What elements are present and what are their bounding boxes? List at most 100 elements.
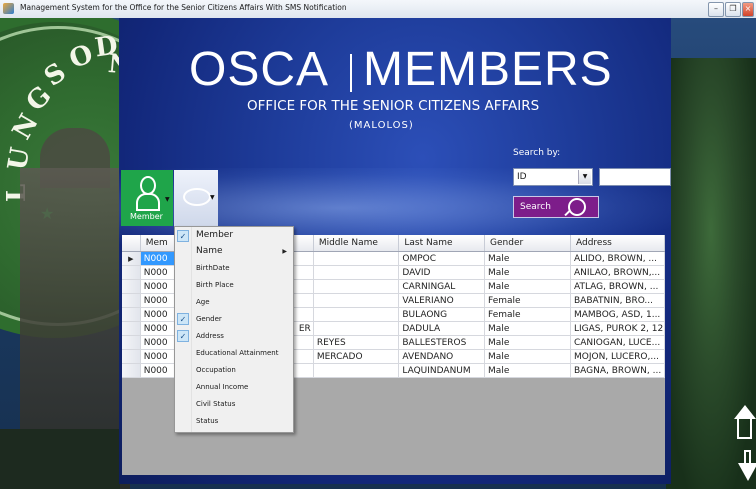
window-titlebar: Management System for the Office for the…	[0, 0, 756, 19]
menu-item-birthdate[interactable]: BirthDate	[175, 261, 293, 277]
menu-item-gender[interactable]: ✓ Gender	[175, 312, 293, 328]
last-name-cell[interactable]: CARNINGAL	[398, 279, 486, 294]
row-selector[interactable]	[122, 265, 141, 280]
menu-item-address[interactable]: ✓ Address	[175, 329, 293, 345]
menu-item-label: Educational Attainment	[196, 349, 279, 357]
row-selector[interactable]	[122, 321, 141, 336]
search-button-label: Search	[520, 202, 551, 212]
address-cell[interactable]: MOJON, LUCERO,...	[570, 349, 665, 364]
chevron-down-icon[interactable]: ▼	[210, 194, 215, 201]
menu-item-label: Name	[196, 246, 223, 256]
gender-cell[interactable]: Female	[484, 307, 571, 322]
last-name-cell[interactable]: VALERIANO	[398, 293, 486, 308]
address-cell[interactable]: CANIOGAN, LUCE...	[570, 335, 665, 350]
member-button-label: Member	[130, 212, 163, 221]
home-icon[interactable]	[734, 405, 756, 439]
last-name-cell[interactable]: AVENDANO	[398, 349, 486, 364]
middle-name-cell[interactable]: MERCADO	[313, 349, 400, 364]
column-header-middle-name[interactable]: Middle Name	[313, 235, 400, 252]
menu-item-age[interactable]: Age	[175, 295, 293, 311]
menu-item-member[interactable]: ✓ Member	[175, 229, 293, 245]
menu-item-status[interactable]: Status	[175, 414, 293, 430]
middle-name-cell[interactable]	[313, 265, 400, 280]
menu-item-label: Annual Income	[196, 383, 249, 391]
eye-icon	[183, 188, 211, 206]
last-name-cell[interactable]: OMPOC	[398, 251, 486, 266]
check-icon: ✓	[177, 330, 189, 342]
row-selector[interactable]	[122, 335, 141, 350]
address-cell[interactable]: ATLAG, BROWN, ...	[570, 279, 665, 294]
column-header-last-name[interactable]: Last Name	[398, 235, 486, 252]
gender-cell[interactable]: Male	[484, 335, 571, 350]
row-selector[interactable]	[122, 279, 141, 294]
gender-cell[interactable]: Male	[484, 251, 571, 266]
search-button[interactable]: Search	[513, 196, 599, 218]
menu-item-label: Birth Place	[196, 281, 234, 289]
restore-icon[interactable]: ❐	[725, 2, 741, 17]
address-cell[interactable]: LIGAS, PUROK 2, 12	[570, 321, 665, 336]
check-icon: ✓	[177, 230, 189, 242]
menu-item-name[interactable]: Name ▶	[175, 245, 293, 261]
menu-item-label: Civil Status	[196, 400, 236, 408]
menu-item-label: Address	[196, 332, 224, 340]
middle-name-cell[interactable]	[313, 251, 400, 266]
search-icon	[568, 198, 586, 216]
chevron-down-icon[interactable]: ▼	[578, 170, 591, 184]
middle-name-cell[interactable]	[313, 363, 400, 378]
column-chooser-menu: ✓ Member Name ▶ BirthDate Birth Place Ag…	[174, 226, 294, 433]
column-header-gender[interactable]: Gender	[484, 235, 571, 252]
gender-cell[interactable]: Male	[484, 279, 571, 294]
middle-name-cell[interactable]	[313, 307, 400, 322]
menu-item-label: Member	[196, 230, 234, 240]
middle-name-cell[interactable]	[313, 321, 400, 336]
view-columns-button[interactable]: ▼	[174, 170, 218, 226]
last-name-cell[interactable]: DAVID	[398, 265, 486, 280]
gender-cell[interactable]: Male	[484, 321, 571, 336]
gender-cell[interactable]: Male	[484, 349, 571, 364]
row-selector[interactable]	[122, 293, 141, 308]
address-cell[interactable]: BABATNIN, BRO...	[570, 293, 665, 308]
address-cell[interactable]: ALIDO, BROWN, ...	[570, 251, 665, 266]
office-subtitle: OFFICE FOR THE SENIOR CITIZENS AFFAIRS	[247, 98, 540, 114]
search-by-label: Search by:	[513, 148, 561, 158]
last-name-cell[interactable]: BALLESTEROS	[398, 335, 486, 350]
gender-cell[interactable]: Male	[484, 363, 571, 378]
person-icon	[136, 176, 160, 211]
middle-name-cell[interactable]	[313, 279, 400, 294]
member-button[interactable]: Member ▼	[121, 170, 173, 226]
arrow-down-icon[interactable]	[738, 450, 756, 486]
address-cell[interactable]: BAGNA, BROWN, ...	[570, 363, 665, 378]
search-field-value: ID	[517, 172, 527, 182]
menu-item-civil-status[interactable]: Civil Status	[175, 397, 293, 413]
ground-image	[0, 429, 120, 489]
menu-item-annual-income[interactable]: Annual Income	[175, 380, 293, 396]
row-selector[interactable]	[122, 307, 141, 322]
chevron-down-icon[interactable]: ▼	[165, 196, 170, 203]
middle-name-cell[interactable]	[313, 293, 400, 308]
menu-item-label: Occupation	[196, 366, 236, 374]
last-name-cell[interactable]: LAQUINDANUM	[398, 363, 486, 378]
middle-name-cell[interactable]: REYES	[313, 335, 400, 350]
window-title: Management System for the Office for the…	[20, 3, 347, 12]
app-icon	[3, 3, 14, 14]
search-input[interactable]	[599, 168, 671, 186]
close-icon[interactable]: ×	[742, 2, 754, 17]
last-name-cell[interactable]: DADULA	[398, 321, 486, 336]
address-cell[interactable]: MAMBOG, ASD, 1...	[570, 307, 665, 322]
brand-title-left: OSCA	[189, 43, 330, 96]
last-name-cell[interactable]: BULAONG	[398, 307, 486, 322]
brand-divider	[350, 54, 352, 92]
gender-cell[interactable]: Male	[484, 265, 571, 280]
row-selector-icon[interactable]: ▶	[122, 251, 141, 266]
minimize-icon[interactable]: –	[708, 2, 724, 17]
row-selector[interactable]	[122, 363, 141, 378]
menu-item-birth-place[interactable]: Birth Place	[175, 278, 293, 294]
gender-cell[interactable]: Female	[484, 293, 571, 308]
search-field-select[interactable]: ID ▼	[513, 168, 593, 186]
column-header-address[interactable]: Address	[570, 235, 665, 252]
menu-item-educational-attainment[interactable]: Educational Attainment	[175, 346, 293, 362]
window-controls: – ❐ ×	[708, 2, 754, 17]
address-cell[interactable]: ANILAO, BROWN,...	[570, 265, 665, 280]
row-selector[interactable]	[122, 349, 141, 364]
menu-item-occupation[interactable]: Occupation	[175, 363, 293, 379]
